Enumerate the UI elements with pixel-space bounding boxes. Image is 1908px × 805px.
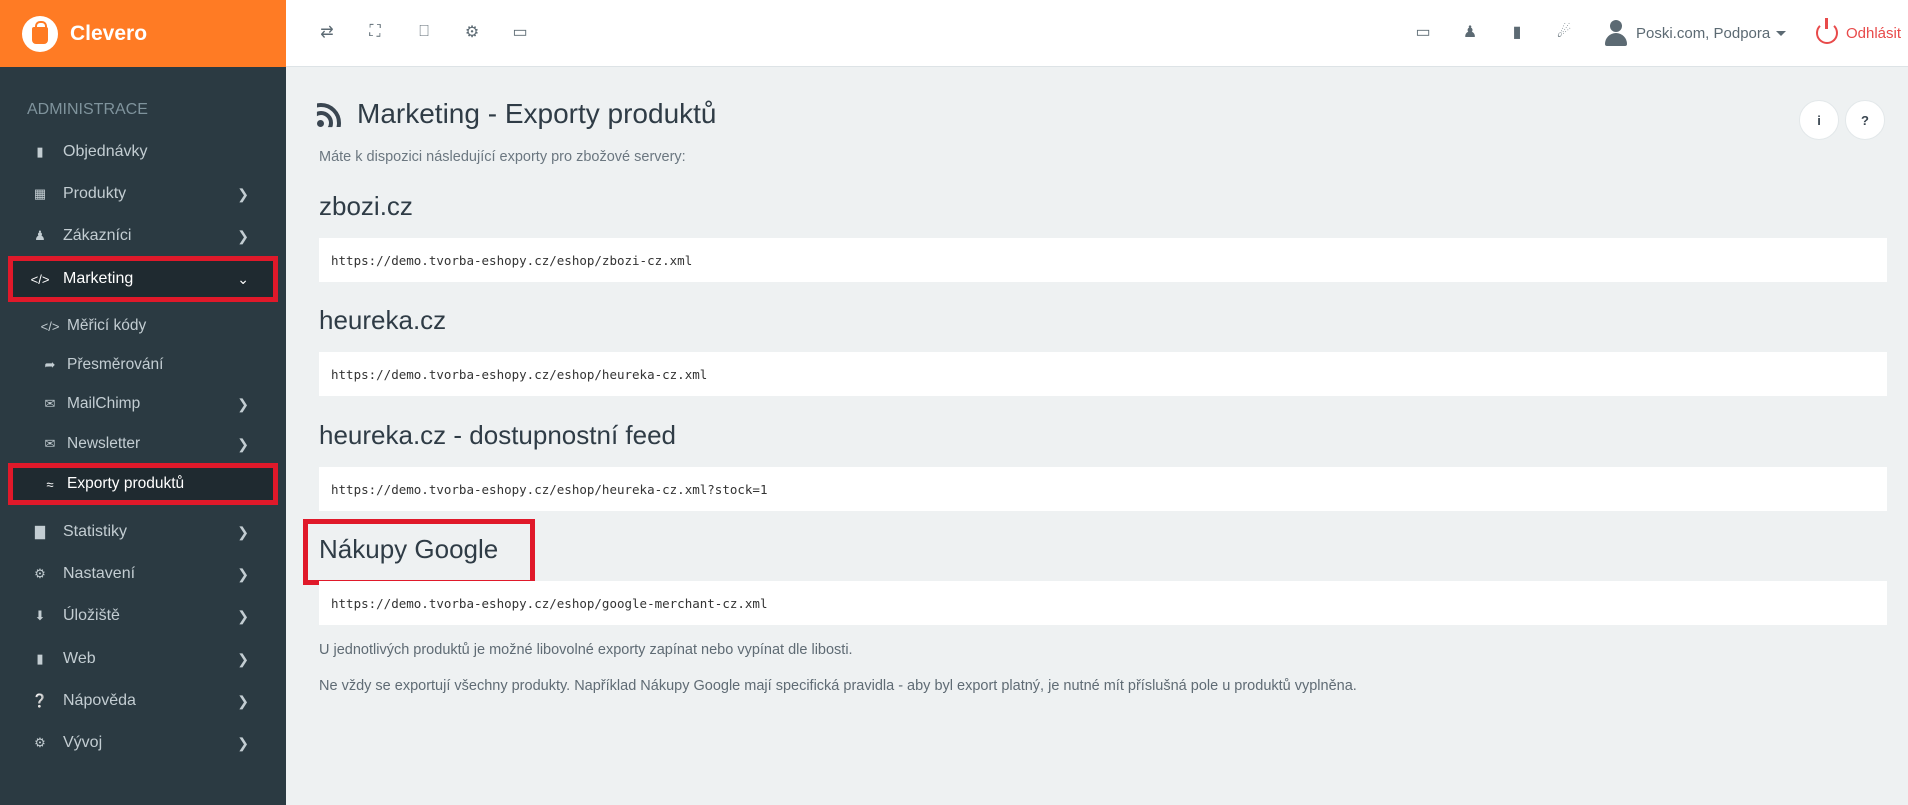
sidebar-item-label: Objednávky xyxy=(63,143,148,160)
fullscreen-icon[interactable]: ⛶ xyxy=(364,21,386,43)
exchange-icon[interactable]: ⇄ xyxy=(316,21,338,43)
sidebar-item-label: Přesměrování xyxy=(67,356,164,373)
sidebar-item-label: Web xyxy=(63,650,96,667)
feed-heading-google: Nákupy Google xyxy=(319,534,499,564)
feed-heading-heureka: heureka.cz xyxy=(319,305,447,335)
file-icon: ▮ xyxy=(36,651,44,666)
sidebar-item-label: Newsletter xyxy=(67,435,141,452)
chevron-right-icon: ❯ xyxy=(237,650,249,667)
shopping-bag-icon xyxy=(22,15,58,52)
book-icon[interactable]: ▮ xyxy=(1506,21,1528,43)
chevron-right-icon: ❯ xyxy=(237,435,249,452)
logout-button[interactable]: Odhlásit xyxy=(1816,16,1901,50)
avatar-icon xyxy=(1604,20,1628,46)
grid-icon: ▦ xyxy=(33,186,47,201)
sidebar-item-nastaveni[interactable]: ⚙ Nastavení ❯ xyxy=(0,553,286,595)
sidebar-item-objednavky[interactable]: ▮ Objednávky xyxy=(0,131,286,173)
inbox-icon[interactable]: ▭ xyxy=(1412,21,1434,43)
rss-icon: ≈ xyxy=(46,476,54,492)
user-icon[interactable]: ♟ xyxy=(1459,21,1481,43)
page-title-text: Marketing - Exporty produktů xyxy=(357,98,717,129)
chevron-right-icon: ❯ xyxy=(237,692,249,709)
caret-down-icon xyxy=(1776,30,1787,36)
chevron-right-icon: ❯ xyxy=(237,395,249,412)
sidebar-item-label: Exporty produktů xyxy=(67,475,185,492)
user-menu[interactable]: Poski.com, Podpora xyxy=(1604,16,1787,50)
sidebar-item-vyvoj[interactable]: ⚙ Vývoj ❯ xyxy=(0,722,286,764)
sidebar-section-title: ADMINISTRACE xyxy=(27,101,148,118)
main-content: Marketing - Exporty produktů Máte k disp… xyxy=(286,67,1908,805)
chevron-right-icon: ❯ xyxy=(237,565,249,582)
chevron-right-icon: ❯ xyxy=(237,523,249,540)
brand-name: Clevero xyxy=(70,21,148,45)
user-name: Poski.com, Podpora xyxy=(1636,24,1771,42)
sidebar-item-web[interactable]: ▮ Web ❯ xyxy=(0,638,286,680)
feed-heading-zbozi: zbozi.cz xyxy=(319,191,413,221)
chevron-right-icon: ❯ xyxy=(237,227,249,244)
code-icon: </> xyxy=(40,318,60,334)
logout-label: Odhlásit xyxy=(1846,24,1902,42)
page-title: Marketing - Exporty produktů xyxy=(316,98,717,130)
note-text: Ne vždy se exportují všechny produkty. N… xyxy=(319,678,1357,694)
help-button[interactable]: ? xyxy=(1845,100,1885,140)
sidebar-item-label: Vývoj xyxy=(63,734,103,751)
info-button[interactable]: i xyxy=(1799,100,1839,140)
sidebar-item-presmerovani[interactable]: ➦ Přesměrování xyxy=(0,346,286,384)
page-subtitle: Máte k dispozici následující exporty pro… xyxy=(319,149,686,165)
chevron-down-icon: ⌄ xyxy=(237,270,249,287)
chevron-right-icon: ❯ xyxy=(237,607,249,624)
sidebar-item-label: Nastavení xyxy=(63,565,136,582)
sidebar-item-label: Úložiště xyxy=(63,607,120,624)
eraser-icon[interactable]: ▭ xyxy=(509,21,531,43)
feed-url-google[interactable]: https://demo.tvorba-eshopy.cz/eshop/goog… xyxy=(319,581,1887,625)
sidebar-item-newsletter[interactable]: ✉ Newsletter ❯ xyxy=(0,425,286,463)
sidebar-item-statistiky[interactable]: ▇ Statistiky ❯ xyxy=(0,511,286,553)
person-icon: ♟ xyxy=(34,228,46,243)
gear-icon: ⚙ xyxy=(34,566,46,581)
book-icon: ▮ xyxy=(36,144,44,159)
feed-url-heureka[interactable]: https://demo.tvorba-eshopy.cz/eshop/heur… xyxy=(319,352,1887,396)
sidebar-item-zakaznici[interactable]: ♟ Zákazníci ❯ xyxy=(0,215,286,257)
sidebar: Clevero ADMINISTRACE ▮ Objednávky ▦ Prod… xyxy=(0,0,286,805)
bullhorn-icon[interactable]: ☄ xyxy=(1553,21,1575,43)
sidebar-item-mailchimp[interactable]: ✉ MailChimp ❯ xyxy=(0,385,286,423)
rss-icon xyxy=(316,101,343,128)
sidebar-item-napoveda[interactable]: ❔ Nápověda ❯ xyxy=(0,680,286,722)
code-icon: </> xyxy=(30,271,50,287)
question-icon: ❔ xyxy=(31,693,49,708)
note-text: U jednotlivých produktů je možné libovol… xyxy=(319,642,853,658)
chevron-right-icon: ❯ xyxy=(237,734,249,751)
cogs-icon: ⚙ xyxy=(34,735,46,750)
sidebar-item-uloziste[interactable]: ⬇ Úložiště ❯ xyxy=(0,595,286,637)
download-icon: ⬇ xyxy=(34,608,46,623)
feed-url-heureka-stock[interactable]: https://demo.tvorba-eshopy.cz/eshop/heur… xyxy=(319,467,1887,511)
sidebar-item-produkty[interactable]: ▦ Produkty ❯ xyxy=(0,173,286,215)
sidebar-item-exporty-produktu[interactable]: ≈ Exporty produktů xyxy=(8,463,278,505)
brand[interactable]: Clevero xyxy=(0,0,286,67)
sidebar-item-label: MailChimp xyxy=(67,395,141,412)
topbar: ⇄ ⛶ ⎕ ⚙ ▭ ▭ ♟ ▮ ☄ Poski.com, Podpora Odh… xyxy=(286,0,1908,67)
desktop-icon[interactable]: ⎕ xyxy=(413,21,435,43)
envelope-icon: ✉ xyxy=(44,396,56,411)
sidebar-item-label: Zákazníci xyxy=(63,227,132,244)
gear-icon[interactable]: ⚙ xyxy=(461,21,483,43)
sidebar-item-label: Měřicí kódy xyxy=(67,317,147,334)
sidebar-item-label: Produkty xyxy=(63,185,127,202)
share-icon: ➦ xyxy=(44,357,56,372)
power-icon xyxy=(1816,18,1838,44)
sidebar-item-label: Nápověda xyxy=(63,692,136,709)
chevron-right-icon: ❯ xyxy=(237,185,249,202)
sidebar-item-label: Statistiky xyxy=(63,523,128,540)
sidebar-item-marketing[interactable]: </> Marketing ⌄ xyxy=(8,256,278,302)
bar-chart-icon: ▇ xyxy=(35,524,45,539)
envelope-icon: ✉ xyxy=(44,436,56,451)
sidebar-item-merici-kody[interactable]: </> Měřicí kódy xyxy=(0,307,286,345)
feed-url-zbozi[interactable]: https://demo.tvorba-eshopy.cz/eshop/zboz… xyxy=(319,238,1887,282)
sidebar-item-label: Marketing xyxy=(63,270,134,287)
feed-heading-heureka-stock: heureka.cz - dostupnostní feed xyxy=(319,420,677,450)
